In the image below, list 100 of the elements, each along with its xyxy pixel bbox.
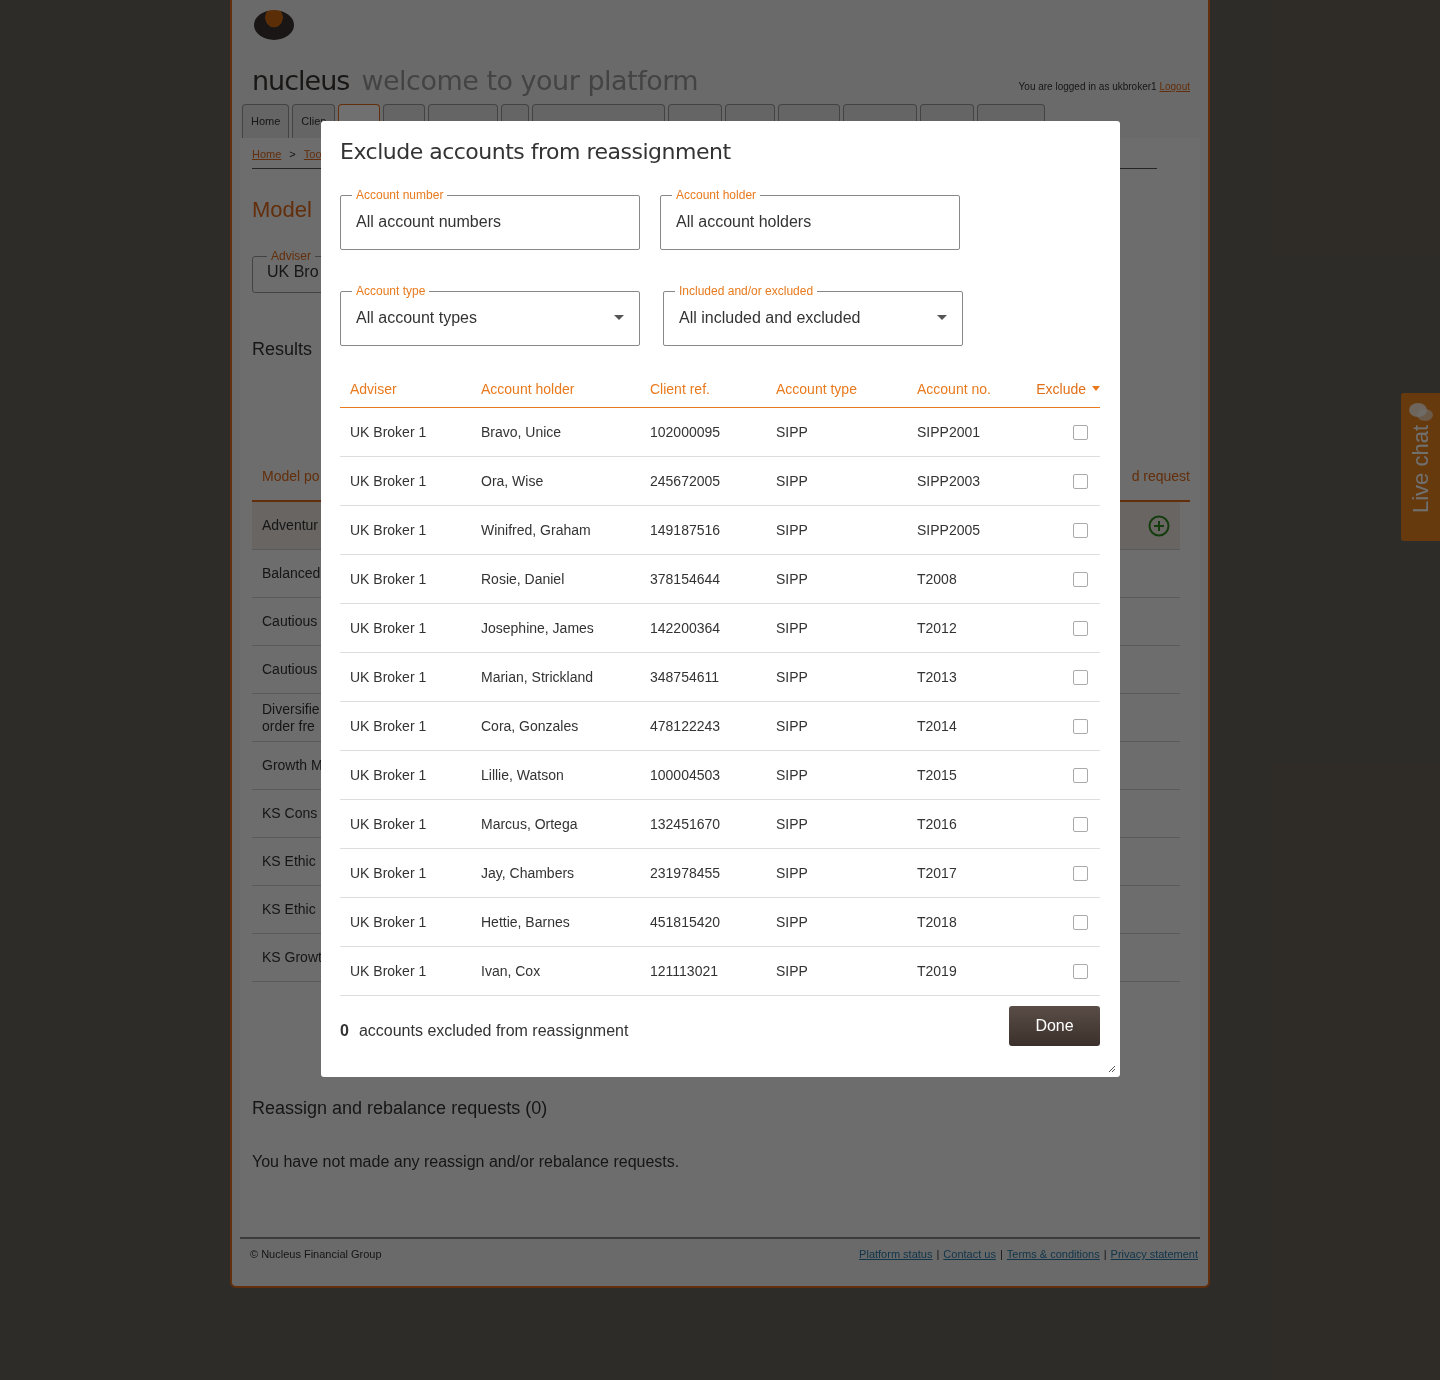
sort-caret-icon[interactable] <box>1092 386 1100 391</box>
exclude-checkbox[interactable] <box>1073 865 1088 881</box>
table-cell-text: Ivan, Cox <box>480 963 542 979</box>
table-cell-text: T2013 <box>916 669 958 685</box>
table-cell-text: 102000095 <box>649 424 722 440</box>
table-cell-text: T2016 <box>916 816 958 832</box>
table-cell-text: UK Broker 1 <box>349 473 428 489</box>
footer-link[interactable]: Platform status <box>859 1248 933 1270</box>
table-cell-text: 121113021 <box>649 963 719 979</box>
table-cell-text: SIPP <box>775 473 809 489</box>
table-cell-text: SIPP <box>775 522 809 538</box>
table-cell-text: 378154644 <box>649 571 722 587</box>
input-field[interactable]: Account holder All account holders <box>660 188 960 250</box>
table-cell-text: 478122243 <box>649 718 722 734</box>
table-cell-text: Bravo, Unice <box>480 424 563 440</box>
done-button[interactable]: Done <box>1009 1006 1100 1046</box>
logo-icon <box>254 10 294 40</box>
copyright-text: © Nucleus Financial Group <box>250 1248 382 1262</box>
requests-heading: Reassign and rebalance requests (0) <box>252 1098 549 1119</box>
table-cell-text: SIPP2003 <box>916 473 982 489</box>
column-header[interactable]: Account no. <box>907 380 1026 397</box>
table-cell-text: T2018 <box>916 914 958 930</box>
table-cell-text: 132451670 <box>649 816 722 832</box>
model-name: Diversifie order fre <box>262 700 320 735</box>
exclude-checkbox[interactable] <box>1073 424 1088 440</box>
exclude-checkbox[interactable] <box>1073 620 1088 636</box>
column-header[interactable]: Adviser <box>340 380 471 397</box>
nav-tab[interactable]: Home <box>242 104 290 138</box>
link-separator: | <box>936 1248 940 1262</box>
exclude-checkbox[interactable] <box>1073 473 1088 489</box>
table-cell-text: UK Broker 1 <box>349 914 428 930</box>
footer-link[interactable]: Terms & conditions <box>1006 1248 1100 1270</box>
table-cell-text: T2015 <box>916 767 958 783</box>
input-field[interactable]: Account number All account numbers <box>340 188 640 250</box>
table-cell-text: SIPP2005 <box>916 522 982 538</box>
dropdown-field[interactable]: Included and/or excluded All included and excluded <box>663 284 963 346</box>
table-cell-text: Winifred, Graham <box>480 522 592 538</box>
exclude-checkbox[interactable] <box>1073 816 1088 832</box>
table-cell-text: Rosie, Daniel <box>480 571 566 587</box>
table-cell-text: T2008 <box>916 571 958 587</box>
dropdown-field[interactable]: Account type All account types <box>340 284 640 346</box>
table-cell-text: SIPP <box>775 424 809 440</box>
exclude-checkbox[interactable] <box>1073 718 1088 734</box>
excluded-count: 0 <box>340 1022 349 1040</box>
model-name: KS Ethic <box>262 853 316 870</box>
table-cell-text: Lillie, Watson <box>480 767 565 783</box>
table-cell-text: UK Broker 1 <box>349 816 428 832</box>
exclude-checkbox[interactable] <box>1073 669 1088 685</box>
exclude-checkbox[interactable] <box>1073 571 1088 587</box>
column-header[interactable]: Account holder <box>471 380 640 397</box>
table-cell-text: SIPP <box>775 865 809 881</box>
table-cell-text: SIPP <box>775 571 809 587</box>
model-name: Balanced <box>262 565 321 582</box>
exclude-checkbox[interactable] <box>1073 767 1088 783</box>
table-cell-text: Jay, Chambers <box>480 865 576 881</box>
table-cell-text: UK Broker 1 <box>349 571 428 587</box>
table-cell-text: SIPP2001 <box>916 424 982 440</box>
table-cell-text: 100004503 <box>649 767 722 783</box>
results-heading: Results <box>252 339 314 360</box>
model-name: Cautious <box>262 661 318 678</box>
add-icon[interactable] <box>1148 514 1170 537</box>
table-cell-text: UK Broker 1 <box>349 865 428 881</box>
login-status: You are logged in as ukbroker1 <box>1018 81 1157 92</box>
table-cell-text: Josephine, James <box>480 620 595 636</box>
logout-link[interactable]: Logout <box>1159 81 1190 92</box>
live-chat-tab[interactable]: Live chat <box>1401 393 1440 541</box>
table-cell-text: SIPP <box>775 963 809 979</box>
footer-link[interactable]: Privacy statement <box>1110 1248 1198 1270</box>
table-cell-text: UK Broker 1 <box>349 522 428 538</box>
footer-link[interactable]: Contact us <box>943 1248 996 1270</box>
table-cell-text: 231978455 <box>649 865 722 881</box>
table-cell-text: SIPP <box>775 914 809 930</box>
model-name: KS Growt <box>262 949 322 966</box>
table-cell-text: UK Broker 1 <box>349 767 428 783</box>
table-cell-text: UK Broker 1 <box>349 669 428 685</box>
table-cell-text: Hettie, Barnes <box>480 914 571 930</box>
resize-grip-icon[interactable] <box>1108 1065 1116 1073</box>
column-header[interactable]: Client ref. <box>640 380 766 397</box>
exclude-checkbox[interactable] <box>1073 963 1088 979</box>
table-cell-text: Cora, Gonzales <box>480 718 580 734</box>
table-cell-text: UK Broker 1 <box>349 424 428 440</box>
brand-name: nucleus <box>252 65 350 96</box>
link-separator: | <box>999 1248 1003 1262</box>
table-cell-text: T2014 <box>916 718 958 734</box>
table-cell-text: 149187516 <box>649 522 722 538</box>
table-cell-text: SIPP <box>775 718 809 734</box>
exclude-checkbox[interactable] <box>1073 914 1088 930</box>
table-cell-text: SIPP <box>775 816 809 832</box>
summary-text: accounts excluded from reassignment <box>358 1022 629 1040</box>
table-cell-text: T2019 <box>916 963 958 979</box>
breadcrumb-separator: > <box>289 148 296 160</box>
breadcrumb-link[interactable]: Too <box>303 148 322 160</box>
column-header: Model po <box>262 468 320 484</box>
column-header[interactable]: Exclude <box>1036 380 1100 397</box>
column-header: d request <box>1131 468 1190 484</box>
column-header[interactable]: Account type <box>766 380 907 397</box>
breadcrumb-link[interactable]: Home <box>252 148 282 160</box>
model-name: Adventur <box>262 517 319 534</box>
table-cell-text: 451815420 <box>649 914 722 930</box>
exclude-checkbox[interactable] <box>1073 522 1088 538</box>
